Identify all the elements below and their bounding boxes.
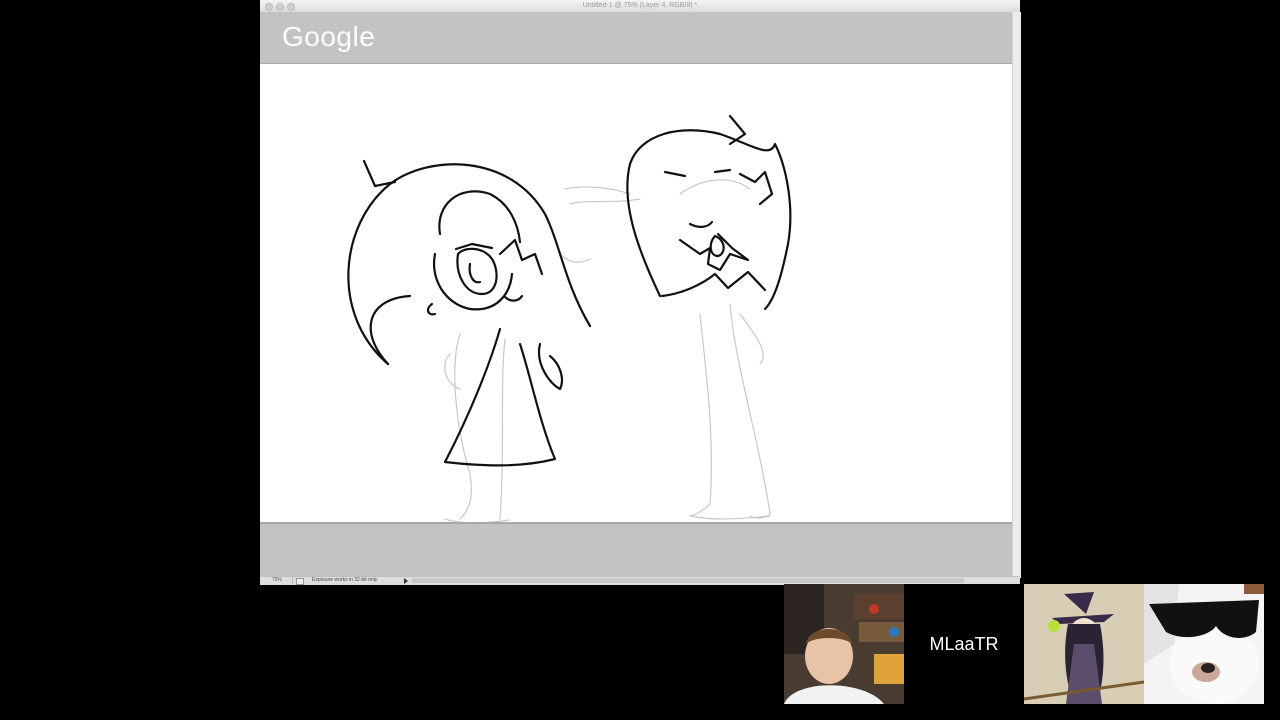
drawing-canvas[interactable] <box>260 64 1012 524</box>
status-info-text: Exposure works in 32-bit only <box>312 577 378 583</box>
witch-avatar-image <box>1024 584 1144 704</box>
participant-name-label: MLaaTR <box>904 584 1024 704</box>
document-canvas-area[interactable]: Google <box>260 12 1012 578</box>
google-logo-text: Google <box>282 21 376 52</box>
participant-video-4[interactable] <box>1144 584 1264 704</box>
window-title: Untitled-1 @ 75% (Layer 4, RGB/8) * <box>582 2 698 9</box>
dog-sunglasses-image <box>1144 584 1264 704</box>
status-menu-arrow-icon[interactable] <box>404 578 408 584</box>
zoom-level[interactable]: 75% <box>262 577 293 584</box>
sketch-drawing <box>347 114 792 524</box>
canvas-footer-band <box>260 522 1012 577</box>
status-settings-icon[interactable] <box>296 578 304 585</box>
participant-video-3[interactable] <box>1024 584 1144 704</box>
photoshop-window: Untitled-1 @ 75% (Layer 4, RGB/8) * Goog… <box>260 0 1021 585</box>
vertical-scrollbar[interactable] <box>1012 12 1021 578</box>
participant-video-1[interactable] <box>784 584 904 704</box>
webcam-person-image <box>784 584 904 704</box>
horizontal-scrollbar[interactable] <box>412 578 964 583</box>
canvas-header-band: Google <box>260 12 1012 64</box>
